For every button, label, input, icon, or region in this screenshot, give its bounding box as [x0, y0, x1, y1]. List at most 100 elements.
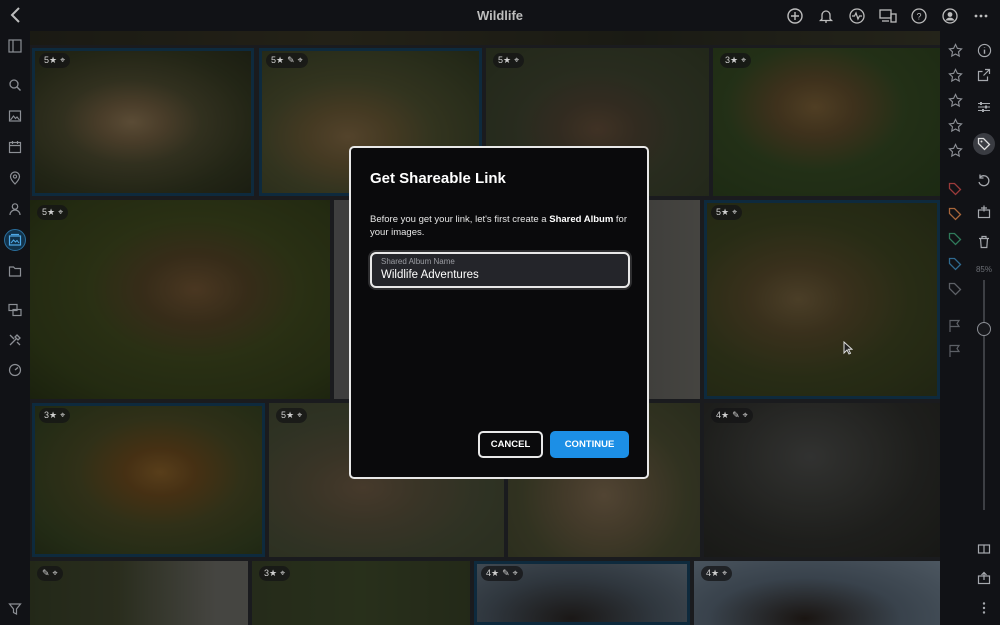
tag-green-icon[interactable] — [944, 228, 966, 250]
edit-icon: ✎ — [502, 568, 510, 578]
continue-button[interactable]: CONTINUE — [550, 431, 629, 458]
edit-icon: ✎ — [287, 55, 295, 65]
devices-icon[interactable] — [877, 5, 899, 27]
shared-album-name-input[interactable] — [381, 269, 621, 281]
star-icon[interactable] — [944, 89, 966, 111]
photo-lion-cubs-3[interactable]: 3★ ⌖ — [713, 48, 940, 196]
top-bar: Wildlife ? — [0, 0, 1000, 31]
pin-icon: ⌖ — [722, 568, 728, 578]
mouse-cursor — [843, 341, 853, 355]
photo-cheetahs[interactable]: 5★ ⌖ — [704, 200, 940, 399]
tag-gray-icon[interactable] — [944, 278, 966, 300]
flag-reject-icon[interactable] — [944, 340, 966, 362]
tag-orange-icon[interactable] — [944, 203, 966, 225]
edit-icon: ✎ — [732, 410, 740, 420]
rating-badge: 5★ ⌖ — [39, 53, 71, 68]
zoom-slider-thumb[interactable] — [977, 322, 991, 336]
pin-icon: ⌖ — [742, 410, 748, 420]
bell-icon[interactable] — [815, 5, 837, 27]
rating-badge: 4★ ✎ ⌖ — [481, 566, 523, 581]
back-icon[interactable] — [6, 5, 26, 25]
pin-icon: ⌖ — [514, 55, 520, 65]
adjustments-icon[interactable] — [973, 96, 995, 118]
photo-male-lion[interactable]: 3★ ⌖ — [32, 403, 265, 557]
rating-badge: 3★ ⌖ — [259, 566, 291, 581]
rating-badge: 4★ ✎ ⌖ — [711, 408, 753, 423]
compare-icon[interactable] — [973, 538, 995, 560]
rating-badge: 5★ ⌖ — [711, 205, 743, 220]
albums-icon[interactable] — [4, 229, 26, 251]
pin-icon: ⌖ — [58, 207, 64, 217]
photo-lioness-drinking[interactable]: 5★ ⌖ — [30, 200, 330, 399]
folder-icon[interactable] — [4, 260, 26, 282]
pin-icon: ⌖ — [280, 568, 286, 578]
add-icon[interactable] — [784, 5, 806, 27]
pin-icon: ⌖ — [60, 55, 66, 65]
left-sidebar — [0, 31, 30, 625]
pin-icon: ⌖ — [60, 410, 66, 420]
rating-badge: 3★ ⌖ — [39, 408, 71, 423]
calendar-icon[interactable] — [4, 136, 26, 158]
cancel-button[interactable]: CANCEL — [478, 431, 543, 458]
svg-text:?: ? — [916, 12, 921, 22]
open-external-icon[interactable] — [973, 64, 995, 86]
pin-icon: ⌖ — [297, 410, 303, 420]
photo-tortoise-2[interactable]: ✎ ⌖ — [30, 561, 248, 625]
pin-icon: ⌖ — [297, 55, 303, 65]
pin-icon: ⌖ — [741, 55, 747, 65]
export-icon[interactable] — [973, 567, 995, 589]
tag-red-icon[interactable] — [944, 178, 966, 200]
app-window: 5★ ⌖ 5★ ✎ ⌖ 5★ ⌖ 3★ ⌖ 5★ ⌖ 5★ ⌖ 3★ ⌖ 5★ … — [0, 0, 1000, 625]
pin-icon: ⌖ — [732, 207, 738, 217]
filter-icon[interactable] — [4, 598, 26, 620]
info-icon[interactable] — [973, 39, 995, 61]
dialog-title: Get Shareable Link — [370, 170, 506, 187]
star-icon[interactable] — [944, 39, 966, 61]
help-icon[interactable]: ? — [908, 5, 930, 27]
move-to-album-icon[interactable] — [973, 201, 995, 223]
more-vertical-icon[interactable] — [973, 597, 995, 619]
trash-icon[interactable] — [973, 231, 995, 253]
photo-strip[interactable] — [30, 31, 940, 45]
location-icon[interactable] — [4, 167, 26, 189]
more-icon[interactable] — [970, 5, 992, 27]
shared-album-name-field[interactable]: Shared Album Name — [370, 252, 630, 288]
rating-badge: 5★ ⌖ — [37, 205, 69, 220]
tag-icon[interactable] — [973, 133, 995, 155]
activity-icon[interactable] — [846, 5, 868, 27]
star-icon[interactable] — [944, 64, 966, 86]
duplicates-icon[interactable] — [4, 299, 26, 321]
rating-badge: ✎ ⌖ — [37, 566, 63, 581]
star-icon[interactable] — [944, 139, 966, 161]
photo-tortoise[interactable]: 4★ ✎ ⌖ — [704, 403, 940, 557]
panel-toggle-icon[interactable] — [4, 35, 26, 57]
rating-badge: 5★ ⌖ — [276, 408, 308, 423]
rotate-icon[interactable] — [973, 170, 995, 192]
rating-badge: 5★ ⌖ — [493, 53, 525, 68]
dialog-description: Before you get your link, let's first cr… — [370, 214, 628, 238]
search-icon[interactable] — [4, 74, 26, 96]
photo-field[interactable]: 3★ ⌖ — [252, 561, 470, 625]
star-icon[interactable] — [944, 114, 966, 136]
photos-icon[interactable] — [4, 105, 26, 127]
account-icon[interactable] — [939, 5, 961, 27]
edit-icon: ✎ — [42, 568, 50, 578]
tag-blue-icon[interactable] — [944, 253, 966, 275]
shareable-link-dialog: Get Shareable Link Before you get your l… — [349, 146, 649, 479]
field-label: Shared Album Name — [381, 257, 455, 266]
photo-lion-cub-1[interactable]: 5★ ⌖ — [32, 48, 254, 196]
dashboard-icon[interactable] — [4, 359, 26, 381]
shared-album-emphasis: Shared Album — [549, 214, 614, 225]
rating-badge: 3★ ⌖ — [720, 53, 752, 68]
pin-icon: ⌖ — [512, 568, 518, 578]
rating-badge: 5★ ✎ ⌖ — [266, 53, 308, 68]
flag-icon[interactable] — [944, 315, 966, 337]
photo-sea-lion-2[interactable]: 4★ ⌖ — [694, 561, 940, 625]
rating-badge: 4★ ⌖ — [701, 566, 733, 581]
tools-icon[interactable] — [4, 329, 26, 351]
zoom-slider-track[interactable] — [983, 280, 985, 510]
top-toolbar: ? — [784, 5, 992, 27]
photo-sea-lion[interactable]: 4★ ✎ ⌖ — [474, 561, 690, 625]
people-icon[interactable] — [4, 198, 26, 220]
zoom-level-label: 85% — [975, 265, 992, 274]
